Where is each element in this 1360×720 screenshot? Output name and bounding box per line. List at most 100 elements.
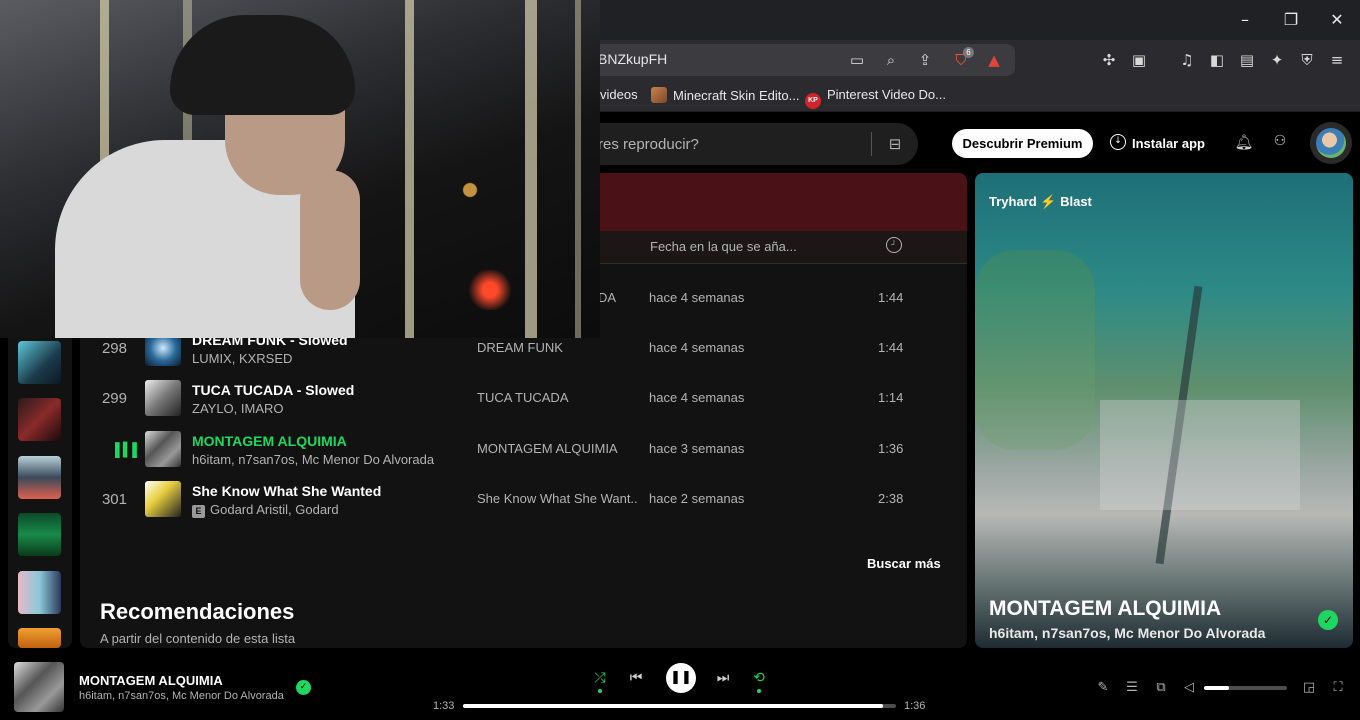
saved-check-icon[interactable]: ✓	[1318, 610, 1338, 630]
track-artist[interactable]: E Godard Aristil, Godard	[192, 502, 339, 518]
mic-lyrics-icon[interactable]: ✎	[1093, 678, 1113, 698]
cast-icon[interactable]: ▭	[846, 49, 868, 71]
volume-icon[interactable]: ◁	[1179, 678, 1199, 698]
sidebar-icon[interactable]: ◧	[1206, 49, 1228, 71]
track-album[interactable]: MONTAGEM ALQUIMIA	[477, 441, 637, 456]
track-title[interactable]: MONTAGEM ALQUIMIA	[192, 433, 347, 449]
close-icon[interactable]: ✕	[1322, 8, 1352, 32]
cam-person-hair	[170, 15, 355, 115]
menu-icon[interactable]: ≡	[1326, 49, 1348, 71]
miniplayer-icon[interactable]: ◲	[1299, 678, 1319, 698]
download-icon: ↓	[1110, 134, 1126, 150]
library-item[interactable]	[18, 341, 61, 384]
progress-bar[interactable]	[463, 704, 896, 708]
track-title[interactable]: TUCA TUCADA - Slowed	[192, 382, 354, 398]
premium-button[interactable]: Descubrir Premium	[952, 129, 1093, 158]
leo-icon[interactable]: ✦	[1266, 49, 1288, 71]
track-date-added: hace 2 semanas	[649, 491, 745, 506]
search-divider	[871, 132, 872, 156]
bookmark-videos[interactable]: videos	[600, 87, 638, 102]
shields-badge: 6	[963, 47, 974, 58]
library-item[interactable]	[18, 513, 61, 556]
track-number: 298	[101, 340, 127, 357]
library-item[interactable]	[18, 456, 61, 499]
bookmark-label: videos	[600, 87, 638, 102]
track-duration: 1:36	[878, 441, 904, 456]
track-date-added: hace 4 semanas	[649, 340, 745, 355]
now-playing-playlist-name[interactable]: Tryhard ⚡ Blast	[989, 194, 1092, 210]
player-track-title[interactable]: MONTAGEM ALQUIMIA	[79, 673, 223, 688]
track-duration: 1:44	[878, 340, 904, 355]
track-cover	[145, 431, 181, 467]
library-item[interactable]	[18, 571, 61, 614]
track-date-added: hace 3 semanas	[649, 441, 745, 456]
column-date-added[interactable]: Fecha en la que se aña...	[650, 239, 797, 254]
next-icon[interactable]: ⏭	[712, 667, 734, 689]
cam-background-pole	[575, 0, 581, 338]
track-title[interactable]: She Know What She Wanted	[192, 483, 381, 499]
track-cover	[145, 481, 181, 517]
bookmark-label: Pinterest Video Do...	[827, 87, 946, 102]
cam-mouse-glow	[460, 270, 520, 310]
queue-icon[interactable]: ☰	[1122, 678, 1142, 698]
track-album[interactable]: DREAM FUNK	[477, 340, 637, 355]
rewards-icon[interactable]: ▲	[983, 49, 1005, 71]
track-album[interactable]: TUCA TUCADA	[477, 390, 637, 405]
track-date-added: hace 4 semanas	[649, 390, 745, 405]
minecraft-icon	[651, 87, 667, 103]
track-date-added: hace 4 semanas	[649, 290, 745, 305]
player-cover[interactable]	[14, 662, 64, 712]
wallet-icon[interactable]: ▤	[1236, 49, 1258, 71]
bookmark-pinterest[interactable]: KP Pinterest Video Do...	[805, 87, 946, 109]
recommendations-title: Recomendaciones	[100, 599, 295, 624]
track-album[interactable]: DA	[598, 290, 628, 305]
shuffle-icon[interactable]: ⤮	[589, 667, 611, 689]
progress-fill	[463, 704, 883, 708]
clock-icon: ┘	[886, 237, 902, 253]
bookmark-label: Minecraft Skin Edito...	[673, 88, 800, 103]
previous-icon[interactable]: ⏮	[625, 667, 647, 689]
track-artist[interactable]: h6itam, n7san7os, Mc Menor Do Alvorada	[192, 452, 434, 467]
track-artist-names[interactable]: Godard Aristil, Godard	[210, 502, 339, 517]
bookmark-minecraft[interactable]: Minecraft Skin Edito...	[651, 87, 799, 103]
now-playing-art-detail	[1100, 400, 1300, 510]
pinterest-icon: KP	[805, 93, 821, 109]
extensions-icon[interactable]: ✣	[1098, 49, 1120, 71]
fullscreen-icon[interactable]: ⛶	[1328, 678, 1348, 698]
track-number: 299	[101, 390, 127, 407]
webcam-overlay	[0, 0, 600, 338]
track-artist[interactable]: LUMIX, KXRSED	[192, 351, 292, 366]
library-item[interactable]	[18, 628, 61, 648]
url-text[interactable]: BNZkupFH	[598, 51, 667, 67]
player-saved-check-icon[interactable]: ✓	[296, 680, 311, 695]
zoom-icon[interactable]: ⌕	[880, 49, 902, 71]
now-playing-title[interactable]: MONTAGEM ALQUIMIA	[989, 597, 1221, 621]
pause-button[interactable]: ❚❚	[666, 663, 696, 693]
total-time: 1:36	[904, 700, 926, 712]
minimize-icon[interactable]: –	[1230, 8, 1260, 32]
find-more-button[interactable]: Buscar más	[867, 556, 941, 571]
share-icon[interactable]: ⇪	[914, 49, 936, 71]
elapsed-time: 1:33	[433, 700, 455, 712]
recommendations-subtitle: A partir del contenido de esta lista	[100, 631, 296, 646]
volume-slider[interactable]	[1204, 686, 1287, 690]
search-placeholder: res reproducir?	[598, 136, 699, 153]
vpn-icon[interactable]: ⛨	[1296, 49, 1318, 71]
track-album[interactable]: She Know What She Want...	[477, 491, 637, 506]
track-duration: 2:38	[878, 491, 904, 506]
music-icon[interactable]: ♫	[1176, 49, 1198, 71]
repeat-one-icon[interactable]: ⟲	[748, 667, 770, 689]
friends-activity-icon[interactable]: ⚇	[1270, 133, 1290, 153]
player-track-artist[interactable]: h6itam, n7san7os, Mc Menor Do Alvorada	[79, 690, 284, 702]
track-duration: 1:44	[878, 290, 904, 305]
library-item[interactable]	[18, 398, 61, 441]
now-playing-artist[interactable]: h6itam, n7san7os, Mc Menor Do Alvorada	[989, 625, 1265, 641]
connect-device-icon[interactable]: ⧉	[1151, 678, 1171, 698]
track-artist[interactable]: ZAYLO, IMARO	[192, 401, 284, 416]
avatar-image	[1316, 128, 1346, 158]
reader-icon[interactable]: ▣	[1128, 49, 1150, 71]
restore-icon[interactable]: ❐	[1276, 8, 1306, 32]
volume-fill	[1204, 686, 1229, 690]
browse-icon[interactable]: ⊟	[885, 134, 905, 154]
notifications-icon[interactable]: 🔔︎	[1234, 133, 1254, 153]
